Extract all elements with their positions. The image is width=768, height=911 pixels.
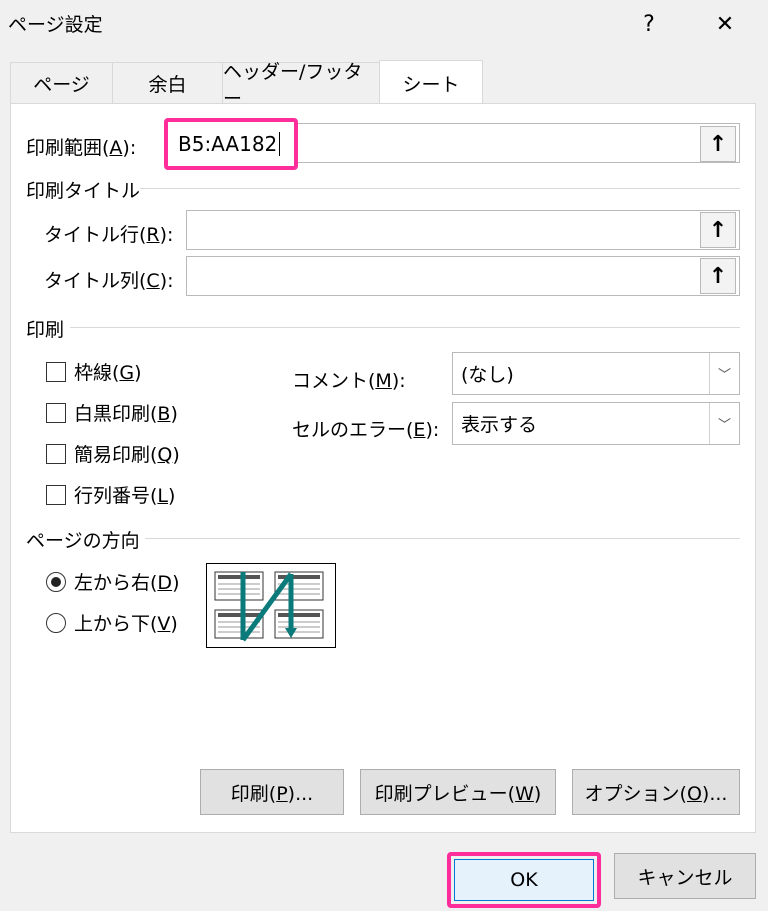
tab-header-footer[interactable]: ヘッダー/フッター (222, 61, 380, 110)
text-cursor (279, 132, 281, 156)
title-rows-label: タイトル行(R): (44, 224, 174, 246)
options-button[interactable]: オプション(O)... (572, 769, 740, 815)
collapse-dialog-icon: ↑ (708, 263, 728, 289)
row-col-headings-checkbox[interactable]: 行列番号(L) (46, 481, 175, 508)
chevron-down-icon[interactable]: ﹀ (709, 353, 739, 394)
help-icon: ? (643, 11, 655, 37)
tab-margins[interactable]: 余白 (112, 62, 223, 104)
comments-label: コメント(M): (292, 370, 406, 392)
comments-select[interactable]: (なし) ﹀ (452, 352, 740, 395)
checkbox-box[interactable] (46, 443, 66, 464)
page-order-preview-icon (206, 563, 336, 648)
chevron-down-icon[interactable]: ﹀ (709, 403, 739, 444)
checkbox-box[interactable] (46, 484, 66, 505)
print-preview-button[interactable]: 印刷プレビュー(W) (360, 769, 556, 815)
title-cols-label: タイトル列(C): (44, 270, 174, 292)
print-button[interactable]: 印刷(P)... (200, 769, 344, 815)
ok-button[interactable]: OK (454, 859, 594, 901)
ok-button-highlight: OK (447, 852, 601, 908)
cell-errors-select[interactable]: 表示する ﹀ (452, 402, 740, 445)
black-and-white-checkbox[interactable]: 白黒印刷(B) (46, 399, 178, 426)
print-area-value[interactable]: B5:AA182 (164, 118, 298, 170)
over-then-down-radio[interactable]: 左から右(D) (46, 568, 179, 595)
divider (140, 188, 740, 189)
checkbox-box[interactable] (46, 402, 66, 423)
print-group-label: 印刷 (26, 319, 65, 341)
help-button[interactable]: ? (624, 4, 674, 44)
checkbox-box[interactable] (46, 361, 66, 382)
title-cols-input[interactable] (186, 256, 740, 296)
title-cols-ref-button[interactable]: ↑ (700, 258, 736, 294)
divider (145, 538, 740, 539)
down-then-over-radio[interactable]: 上から下(V) (46, 609, 178, 636)
page-order-group-label: ページの方向 (26, 530, 140, 552)
cancel-button[interactable]: キャンセル (614, 853, 756, 899)
gridlines-checkbox[interactable]: 枠線(G) (46, 358, 142, 385)
draft-quality-checkbox[interactable]: 簡易印刷(Q) (46, 440, 180, 467)
collapse-dialog-icon: ↑ (708, 217, 728, 243)
print-area-label: 印刷範囲(A): (26, 137, 137, 159)
close-button[interactable]: ✕ (700, 4, 750, 44)
close-icon: ✕ (715, 11, 735, 37)
tab-sheet[interactable]: シート (379, 60, 483, 105)
print-titles-group-label: 印刷タイトル (26, 180, 141, 202)
radio-selected[interactable] (46, 571, 66, 592)
print-area-ref-button[interactable]: ↑ (700, 126, 736, 162)
divider (70, 327, 740, 328)
dialog-title: ページ設定 (8, 14, 103, 36)
tab-page[interactable]: ページ (10, 62, 113, 104)
collapse-dialog-icon: ↑ (708, 131, 728, 157)
title-rows-ref-button[interactable]: ↑ (700, 212, 736, 248)
radio-unselected[interactable] (46, 612, 66, 633)
title-rows-input[interactable] (186, 210, 740, 250)
cell-errors-label: セルのエラー(E): (292, 419, 440, 441)
